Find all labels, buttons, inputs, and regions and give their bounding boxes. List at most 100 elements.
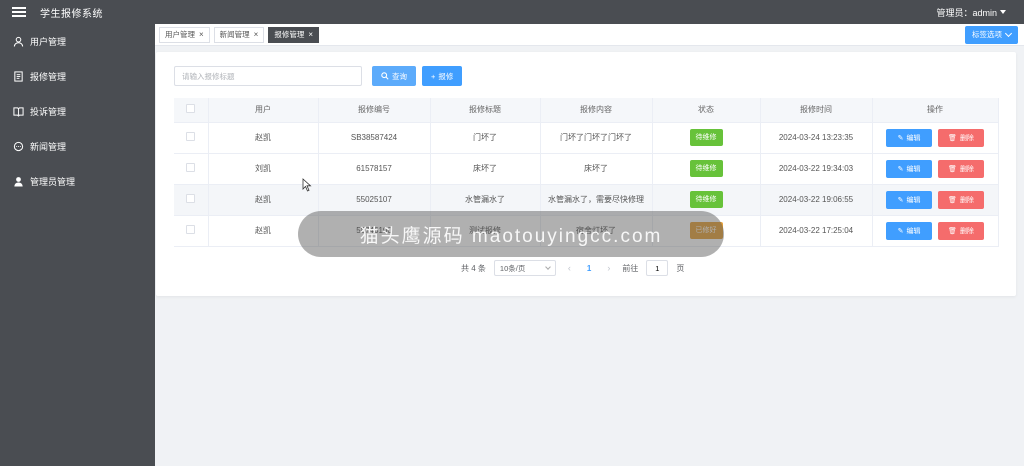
edit-icon: ✎ (897, 165, 904, 173)
sidebar-item-complaints[interactable]: 投诉管理 (0, 94, 155, 129)
add-button-label: 报修 (438, 71, 454, 81)
sidebar-item-label: 投诉管理 (30, 107, 67, 117)
user-icon (12, 36, 24, 48)
tab-label: 用户管理 (165, 30, 195, 39)
delete-button[interactable]: 🗑 删除 (938, 221, 984, 240)
chat-icon (12, 141, 24, 153)
status-badge: 待维修 (689, 129, 723, 146)
cell-time: 2024-03-24 13:23:35 (760, 122, 873, 154)
edit-icon: ✎ (897, 134, 904, 142)
admin-menu[interactable]: 管理员：admin (936, 6, 1006, 19)
prev-page-icon[interactable]: ‹ (564, 263, 575, 273)
sidebar-item-label: 管理员管理 (30, 177, 76, 187)
tab-repairs[interactable]: 报修管理 × (268, 26, 320, 43)
column-header: 用户 (208, 98, 319, 123)
delete-label: 删除 (959, 227, 974, 235)
sidebar-item-admins[interactable]: 管理员管理 (0, 164, 155, 199)
column-header: 报修时间 (760, 98, 873, 123)
cell-code: 61578157 (318, 153, 431, 185)
column-header: 操作 (872, 98, 999, 123)
edit-button[interactable]: ✎ 编辑 (886, 221, 932, 240)
close-icon[interactable]: × (308, 30, 313, 39)
tab-options-button[interactable]: 标签选项 (965, 25, 1018, 44)
tab-label: 报修管理 (274, 30, 305, 39)
tab-options-label: 标签选项 (972, 30, 1002, 39)
goto-page-input[interactable] (646, 260, 669, 276)
search-button-label: 查询 (392, 71, 407, 81)
search-input[interactable] (174, 66, 362, 86)
edit-button[interactable]: ✎ 编辑 (886, 128, 932, 147)
edit-label: 编辑 (906, 165, 921, 173)
edit-icon: ✎ (897, 196, 904, 204)
delete-button[interactable]: 🗑 删除 (938, 128, 984, 147)
total-count: 共 4 条 (461, 263, 486, 273)
row-checkbox[interactable] (186, 193, 196, 203)
cell-content: 门坏了门坏了门坏了 (540, 122, 653, 154)
cell-title: 测试报修 (430, 215, 541, 247)
cell-user: 赵凯 (208, 215, 319, 247)
table-row: 赵凯 58746100 测试报修 宿舍灯坏了 已修好 2024-03-22 17… (174, 215, 999, 247)
select-all-checkbox[interactable] (186, 104, 196, 114)
pagination: 共 4 条 10条/页 ‹ 1 › 前往 页 (461, 260, 684, 276)
close-icon[interactable]: × (254, 30, 259, 39)
delete-button[interactable]: 🗑 删除 (938, 159, 984, 178)
next-page-icon[interactable]: › (603, 263, 614, 273)
document-icon (12, 71, 24, 83)
add-repair-button[interactable]: + 报修 (422, 66, 463, 86)
row-checkbox[interactable] (186, 162, 196, 172)
status-badge: 已修好 (689, 222, 723, 239)
sidebar: 用户管理 报修管理 投诉管理 新闻管理 管理员管理 (0, 24, 155, 466)
page-number[interactable]: 1 (583, 264, 595, 273)
sidebar-item-label: 用户管理 (30, 37, 67, 47)
search-button[interactable]: 查询 (372, 66, 416, 86)
trash-icon: 🗑 (948, 165, 957, 173)
delete-button[interactable]: 🗑 删除 (938, 190, 984, 209)
status-badge: 待维修 (689, 191, 723, 208)
repairs-table: 用户 报修编号 报修标题 报修内容 状态 报修时间 操作 赵凯 SB385874… (174, 98, 999, 247)
edit-label: 编辑 (906, 196, 921, 204)
cell-code: SB38587424 (318, 122, 431, 154)
status-badge: 待维修 (689, 160, 723, 177)
close-icon[interactable]: × (199, 30, 204, 39)
sidebar-item-news[interactable]: 新闻管理 (0, 129, 155, 164)
column-header: 报修标题 (430, 98, 541, 123)
chevron-down-icon (545, 264, 551, 270)
column-header: 状态 (652, 98, 761, 123)
table-row: 赵凯 SB38587424 门坏了 门坏了门坏了门坏了 待维修 2024-03-… (174, 122, 999, 154)
edit-button[interactable]: ✎ 编辑 (886, 190, 932, 209)
search-icon (381, 72, 389, 80)
page-size-select[interactable]: 10条/页 (493, 260, 556, 276)
cell-user: 赵凯 (208, 122, 319, 154)
sidebar-item-users[interactable]: 用户管理 (0, 24, 155, 59)
table-header-row: 用户 报修编号 报修标题 报修内容 状态 报修时间 操作 (174, 98, 999, 123)
edit-icon: ✎ (897, 227, 904, 235)
app-title: 学生报修系统 (40, 8, 103, 20)
toolbar: 查询 + 报修 (174, 66, 463, 86)
cell-title: 床坏了 (430, 153, 541, 185)
edit-label: 编辑 (906, 134, 921, 142)
tabs-bar: 用户管理 × 新闻管理 × 报修管理 × 标签选项 (155, 24, 1024, 46)
cell-title: 门坏了 (430, 122, 541, 154)
edit-label: 编辑 (906, 227, 921, 235)
cell-time: 2024-03-22 19:06:55 (760, 184, 873, 216)
select-all-header[interactable] (174, 98, 209, 123)
tab-users[interactable]: 用户管理 × (159, 26, 210, 43)
menu-toggle-icon[interactable] (12, 7, 26, 17)
top-bar: 学生报修系统 管理员：admin (0, 0, 1024, 24)
cell-content: 宿舍灯坏了 (540, 215, 653, 247)
trash-icon: 🗑 (948, 134, 957, 142)
delete-label: 删除 (959, 134, 974, 142)
row-checkbox[interactable] (186, 224, 196, 234)
cell-content: 床坏了 (540, 153, 653, 185)
table-row: 刘凯 61578157 床坏了 床坏了 待维修 2024-03-22 19:34… (174, 153, 999, 185)
tab-news[interactable]: 新闻管理 × (213, 26, 265, 43)
cell-code: 55025107 (318, 184, 431, 216)
sidebar-item-repairs[interactable]: 报修管理 (0, 59, 155, 94)
page-size-value: 10条/页 (499, 263, 526, 273)
chevron-down-icon (1004, 29, 1013, 37)
mouse-cursor-icon (302, 178, 312, 192)
edit-button[interactable]: ✎ 编辑 (886, 159, 932, 178)
delete-label: 删除 (959, 165, 974, 173)
trash-icon: 🗑 (948, 196, 957, 204)
row-checkbox[interactable] (186, 131, 196, 141)
